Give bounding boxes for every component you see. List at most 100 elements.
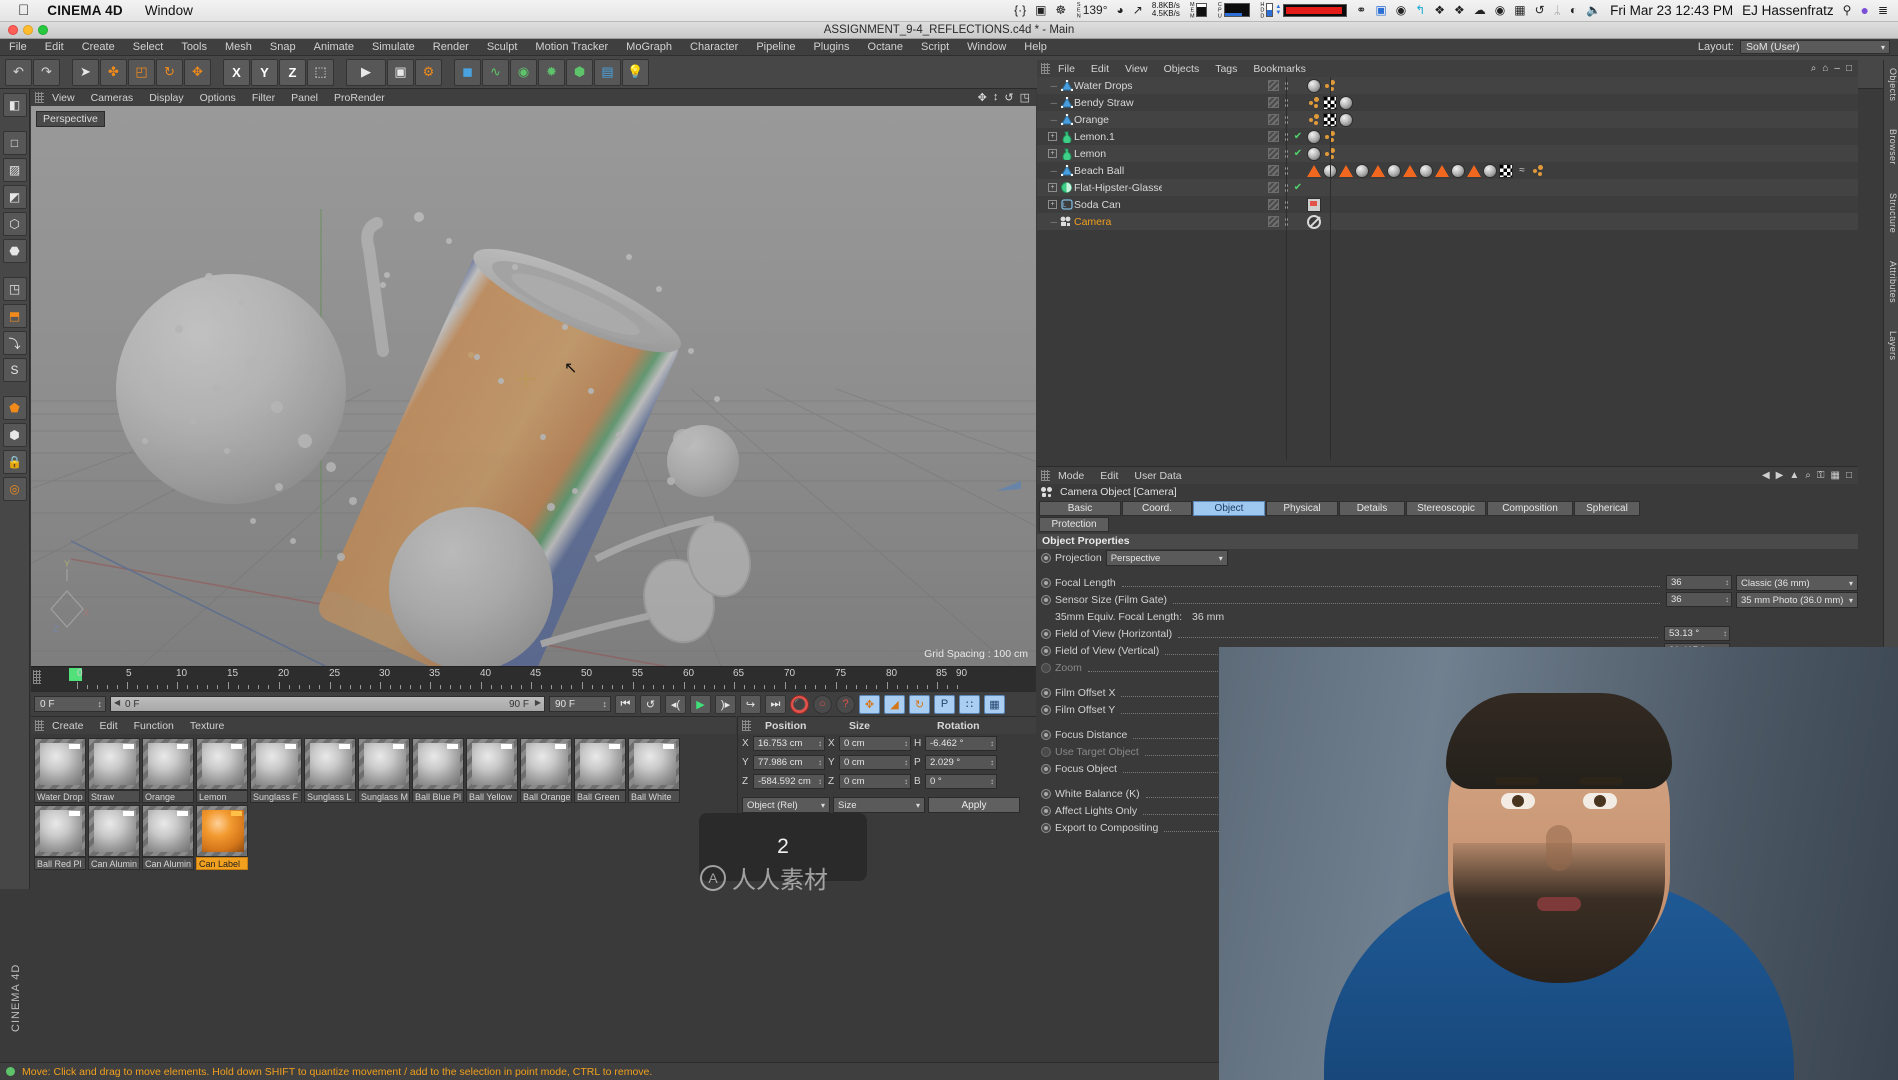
selection-tag-icon[interactable] xyxy=(1435,164,1449,177)
material-item[interactable]: Ball Yellow xyxy=(466,738,518,803)
selection-tag-icon[interactable] xyxy=(1403,164,1417,177)
material-item[interactable]: Sunglass M xyxy=(358,738,410,803)
focus-object-radio[interactable] xyxy=(1041,763,1051,774)
viewport-menu-filter[interactable]: Filter xyxy=(244,92,283,104)
menu-tools[interactable]: Tools xyxy=(172,39,216,56)
material-menu-edit[interactable]: Edit xyxy=(92,720,126,732)
material-thumbnail[interactable] xyxy=(466,738,518,790)
render-view-button[interactable]: ▶̵ xyxy=(346,58,386,86)
make-editable-button[interactable]: ◧ xyxy=(2,93,27,117)
zoom-radio[interactable] xyxy=(1041,662,1051,673)
timeline-ruler[interactable]: 0 5 10 15 20 25 30 35 40 45 50 55 60 65 … xyxy=(31,666,1036,691)
material-name[interactable]: Lemon xyxy=(196,790,248,803)
live-selection-tool[interactable]: ➤ xyxy=(72,58,99,86)
expand-icon[interactable]: + xyxy=(1048,132,1057,141)
menu-pipeline[interactable]: Pipeline xyxy=(747,39,804,56)
tab-objects[interactable]: Objects xyxy=(1884,68,1898,101)
object-panel-grip[interactable] xyxy=(1041,63,1050,74)
material-tag-icon[interactable] xyxy=(1339,95,1353,110)
film-offset-x-radio[interactable] xyxy=(1041,687,1051,698)
object-name[interactable]: Soda Can xyxy=(1074,199,1162,211)
protection-tag-icon[interactable] xyxy=(1307,214,1321,229)
play-forwards-button[interactable]: ↪ xyxy=(740,694,761,714)
attribute-menu-mode[interactable]: Mode xyxy=(1050,470,1092,482)
object-row[interactable]: ─ Bendy Straw xyxy=(1037,94,1858,111)
minimize-panel-icon[interactable]: – xyxy=(1834,63,1840,74)
material-thumbnail[interactable] xyxy=(250,738,302,790)
add-light-button[interactable]: 💡 xyxy=(622,58,649,86)
object-enable-check[interactable]: ✔ xyxy=(1293,182,1303,193)
timemachine-icon[interactable]: ↺ xyxy=(1535,4,1545,16)
position-key-button[interactable]: ✥ xyxy=(859,694,880,714)
selection-tag-icon[interactable] xyxy=(1467,164,1481,177)
object-menu-view[interactable]: View xyxy=(1117,63,1156,75)
mac-menu-window[interactable]: Window xyxy=(145,3,193,18)
tab-details[interactable]: Details xyxy=(1339,501,1405,516)
point-tag-icon[interactable] xyxy=(1531,164,1545,178)
layout-select[interactable]: SoM (User) xyxy=(1740,40,1890,54)
viewport-solo-button[interactable]: ⬒ xyxy=(2,304,27,328)
material-name[interactable]: Ball Yellow xyxy=(466,790,518,803)
search-icon[interactable]: ⚲ xyxy=(1843,4,1852,16)
skype-icon[interactable]: ↰ xyxy=(1415,4,1425,16)
tab-spherical[interactable]: Spherical xyxy=(1574,501,1640,516)
object-name[interactable]: Beach Ball xyxy=(1074,165,1162,177)
object-row[interactable]: + Lemon ✔ xyxy=(1037,145,1858,162)
keyframe-selection-button[interactable]: ? xyxy=(836,694,855,714)
object-name[interactable]: Lemon.1 xyxy=(1074,131,1162,143)
lock-y-axis-button[interactable]: Y xyxy=(251,58,278,86)
font-icon[interactable]: ❖ xyxy=(1454,4,1465,16)
play-backwards-frame-button[interactable]: ↺ xyxy=(640,694,661,714)
tab-physical[interactable]: Physical xyxy=(1266,501,1338,516)
object-tree-toggle[interactable]: + xyxy=(1037,200,1059,209)
wifi-icon[interactable]: ◐ xyxy=(1570,4,1577,16)
coord-size-select[interactable]: Size xyxy=(833,797,925,813)
menu-plugins[interactable]: Plugins xyxy=(804,39,858,56)
material-item[interactable]: Ball White xyxy=(628,738,680,803)
expand-icon[interactable]: + xyxy=(1048,149,1057,158)
point-level-animation-button[interactable]: ∷ xyxy=(959,694,980,714)
selection-tag-icon[interactable] xyxy=(1339,164,1353,177)
add-cube-button[interactable]: ◼ xyxy=(454,58,481,86)
rotation-key-button[interactable]: ↻ xyxy=(909,694,930,714)
notification-center-icon[interactable]: ≣ xyxy=(1878,4,1888,16)
object-name[interactable]: Water Drops xyxy=(1074,80,1162,92)
material-thumbnail[interactable] xyxy=(196,738,248,790)
position-y-field[interactable]: 77.986 cm xyxy=(753,755,825,770)
size-x-field[interactable]: 0 cm xyxy=(839,736,911,751)
size-z-field[interactable]: 0 cm xyxy=(839,774,911,789)
satellite-icon[interactable]: ☸ xyxy=(1055,4,1066,16)
object-layer-swatch[interactable] xyxy=(1268,80,1279,91)
add-generator-button[interactable]: ◉ xyxy=(510,58,537,86)
viewport-3d[interactable]: Y X Z Grid Spacing: 100 cm xyxy=(31,89,1036,666)
material-item[interactable]: Lemon xyxy=(196,738,248,803)
material-thumbnail[interactable] xyxy=(88,805,140,857)
current-frame-field[interactable]: 0 F xyxy=(34,696,106,712)
quantize-button[interactable]: ⬢ xyxy=(2,423,27,447)
menu-character[interactable]: Character xyxy=(681,39,747,56)
add-camera-button[interactable]: ▤ xyxy=(594,58,621,86)
object-tree-toggle[interactable]: + xyxy=(1037,149,1059,158)
texture-mode-button[interactable]: ▨ xyxy=(2,158,27,182)
material-name[interactable]: Water Drop xyxy=(34,790,86,803)
coordinates-panel-grip[interactable] xyxy=(742,720,751,731)
toggle-layout-icon[interactable]: ◳ xyxy=(1020,91,1030,104)
home-objects-icon[interactable]: ⌂ xyxy=(1822,63,1828,74)
sensor-size-preset-dropdown[interactable]: 35 mm Photo (36.0 mm) xyxy=(1736,591,1858,608)
memory-status[interactable]: MEM xyxy=(1189,2,1208,19)
tab-layers[interactable]: Layers xyxy=(1884,331,1898,360)
material-name[interactable]: Sunglass M xyxy=(358,790,410,803)
render-region-button[interactable]: ▣ xyxy=(387,58,414,86)
go-to-start-button[interactable]: ⏮ xyxy=(615,694,636,714)
timeline-grip[interactable] xyxy=(33,670,41,684)
object-layer-swatch[interactable] xyxy=(1268,199,1279,210)
next-frame-button[interactable]: )▸ xyxy=(715,694,736,714)
tab-attributes[interactable]: Attributes xyxy=(1884,261,1898,303)
object-menu-objects[interactable]: Objects xyxy=(1156,63,1208,75)
screen-record-icon[interactable]: ▣ xyxy=(1035,4,1046,16)
resize-arrows-icon[interactable]: ↗ xyxy=(1133,4,1143,16)
menu-octane[interactable]: Octane xyxy=(859,39,912,56)
fov-vertical-radio[interactable] xyxy=(1041,645,1051,656)
projection-dropdown[interactable]: Perspective xyxy=(1105,549,1228,566)
object-menu-file[interactable]: File xyxy=(1050,63,1083,75)
